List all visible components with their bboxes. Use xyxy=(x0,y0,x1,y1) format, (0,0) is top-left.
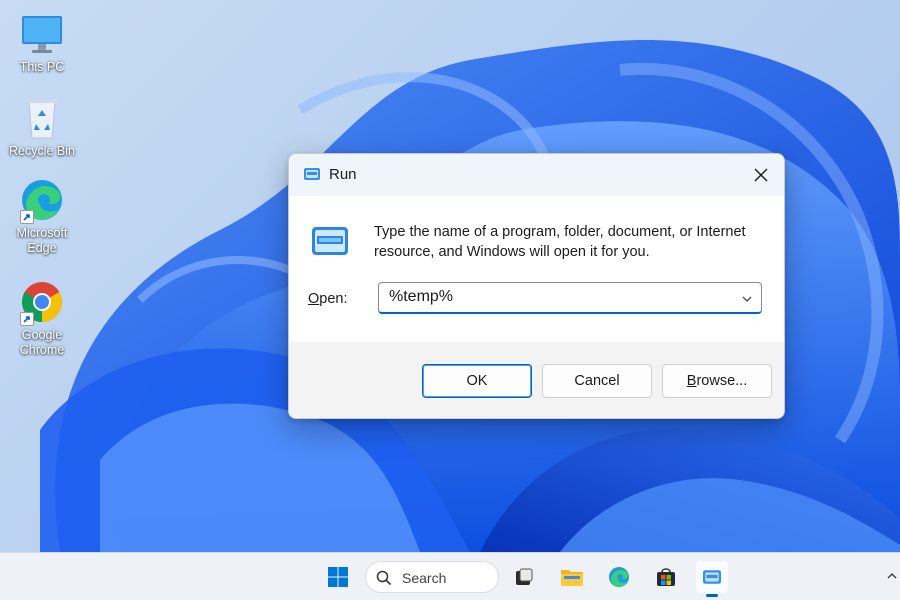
task-view-button[interactable] xyxy=(508,561,540,593)
dialog-description: Type the name of a program, folder, docu… xyxy=(374,224,746,260)
open-combobox[interactable]: %temp% xyxy=(378,282,762,314)
run-icon xyxy=(303,166,321,187)
run-dialog: Run Type the name of a program, folder, … xyxy=(288,153,785,419)
open-label: Open: xyxy=(308,291,348,307)
dialog-content: Type the name of a program, folder, docu… xyxy=(289,196,784,342)
store-icon xyxy=(657,568,675,586)
desktop-icon-label: Recycle Bin xyxy=(9,144,75,158)
folder-icon xyxy=(561,570,583,586)
windows-logo-icon xyxy=(328,567,348,587)
desktop-icon-microsoft-edge[interactable]: Microsoft Edge xyxy=(6,176,78,256)
start-button[interactable] xyxy=(322,561,354,593)
search-placeholder: Search xyxy=(402,570,447,586)
close-button[interactable] xyxy=(738,154,784,196)
run-icon xyxy=(703,570,721,584)
cancel-button[interactable]: Cancel xyxy=(542,364,652,398)
desktop-icon-label: Google Chrome xyxy=(19,328,65,357)
shortcut-arrow-icon xyxy=(20,312,34,326)
desktop-icon-google-chrome[interactable]: Google Chrome xyxy=(6,278,78,358)
desktop-icon-this-pc[interactable]: This PC xyxy=(6,10,78,75)
dialog-title: Run xyxy=(329,166,357,183)
monitor-icon xyxy=(18,10,66,58)
edge-icon xyxy=(18,176,66,224)
desktop-icon-recycle-bin[interactable]: Recycle Bin xyxy=(6,94,78,159)
close-icon xyxy=(754,168,768,182)
desktop: This PC Recycle Bin Microsoft Edge Googl… xyxy=(0,0,900,552)
chrome-icon xyxy=(18,278,66,326)
ok-button[interactable]: OK xyxy=(422,364,532,398)
dialog-titlebar[interactable]: Run xyxy=(289,154,784,196)
task-view-icon xyxy=(516,568,533,585)
desktop-icon-label: This PC xyxy=(19,60,65,74)
dialog-footer: OK Cancel Browse... xyxy=(289,342,784,418)
recycle-bin-icon xyxy=(18,94,66,142)
run-program-icon xyxy=(311,226,349,261)
edge-icon xyxy=(609,567,629,587)
show-hidden-icons-chevron-icon[interactable] xyxy=(886,569,898,587)
search-icon xyxy=(376,570,392,591)
chevron-down-icon[interactable] xyxy=(741,292,753,310)
shortcut-arrow-icon xyxy=(20,210,34,224)
open-input[interactable]: %temp% xyxy=(389,288,453,306)
desktop-icon-label: Microsoft Edge xyxy=(16,226,68,255)
browse-button[interactable]: Browse... xyxy=(662,364,772,398)
active-window-indicator xyxy=(706,594,718,597)
file-explorer-button[interactable] xyxy=(556,561,588,593)
taskbar: Search xyxy=(0,552,900,600)
edge-taskbar-button[interactable] xyxy=(603,561,635,593)
run-taskbar-button[interactable] xyxy=(696,561,728,597)
taskbar-search[interactable]: Search xyxy=(365,561,499,593)
store-taskbar-button[interactable] xyxy=(650,561,682,593)
